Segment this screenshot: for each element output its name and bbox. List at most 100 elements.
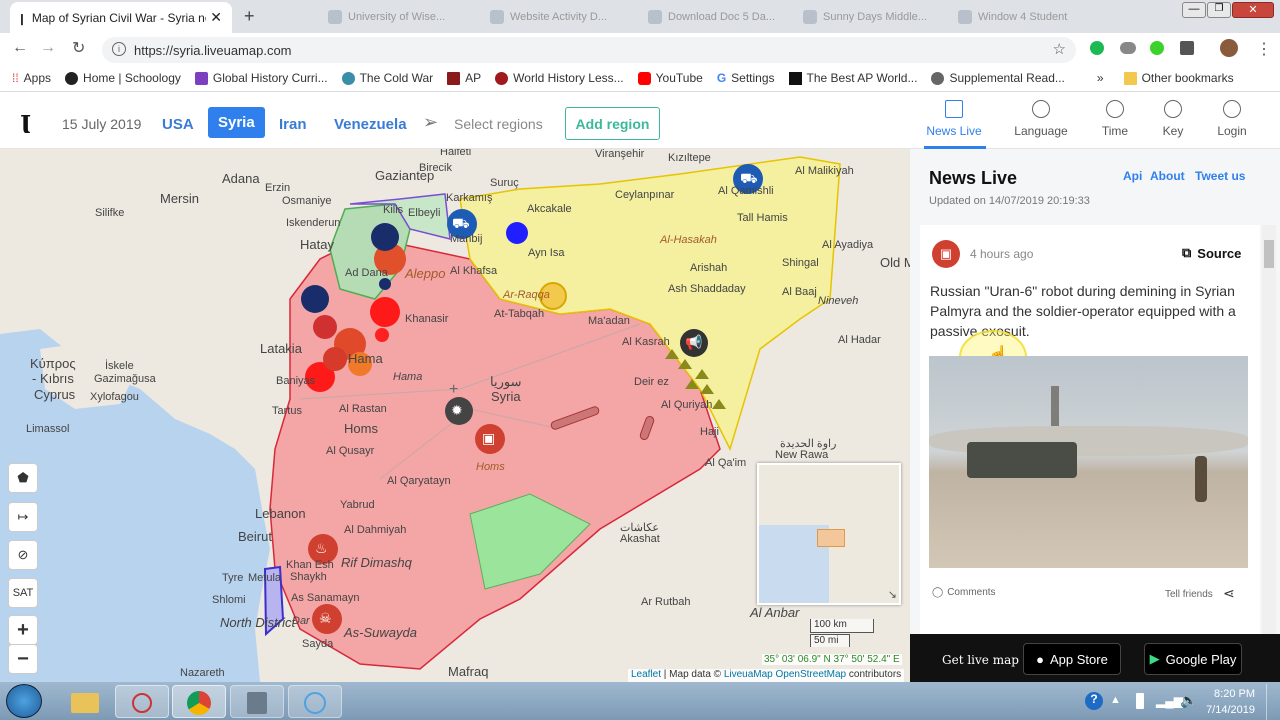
truck-icon[interactable]: ⛟: [740, 170, 758, 189]
map-canvas[interactable]: Halfeti Birecik Suruç Viranşehir Kızılte…: [0, 149, 910, 682]
volume-icon[interactable]: 🔈: [1180, 692, 1197, 709]
bookmark-world-history[interactable]: World History Less...: [488, 71, 630, 85]
map-label: Κύπρος: [30, 356, 76, 371]
battery-icon[interactable]: [1136, 693, 1144, 709]
chrome-taskbar-icon[interactable]: [172, 685, 226, 718]
liveuamap-link[interactable]: LiveuaMap: [724, 669, 773, 680]
back-icon[interactable]: ←: [12, 39, 28, 57]
google-play-button[interactable]: ▶ Google Play: [1144, 643, 1242, 675]
nav-key[interactable]: Key: [1143, 100, 1203, 138]
nav-time[interactable]: Time: [1085, 100, 1145, 138]
select-regions-button[interactable]: Select regions: [454, 116, 543, 132]
about-link[interactable]: About: [1150, 169, 1185, 183]
region-usa[interactable]: USA: [162, 116, 194, 133]
liveuamap-logo[interactable]: Ꙇ: [20, 110, 31, 139]
hide-control[interactable]: ⊘: [8, 540, 38, 570]
minimize-button[interactable]: —: [1182, 2, 1206, 18]
bookmark-supplemental[interactable]: Supplemental Read...: [924, 71, 1071, 85]
extension-icon[interactable]: [1090, 41, 1104, 55]
add-region-button[interactable]: Add region: [565, 107, 660, 140]
satellite-control[interactable]: SAT: [8, 578, 38, 608]
explorer-taskbar-icon[interactable]: [58, 685, 112, 718]
help-tray-icon[interactable]: ?: [1085, 692, 1103, 710]
region-iran[interactable]: Iran: [279, 116, 307, 133]
fire-icon[interactable]: ♨: [315, 540, 328, 557]
leaflet-link[interactable]: Leaflet: [631, 669, 661, 680]
tell-friends-link[interactable]: Tell friends: [1165, 589, 1213, 600]
minimap-toggle-icon[interactable]: ↘: [888, 588, 897, 601]
close-window-button[interactable]: ✕: [1232, 2, 1274, 18]
date-display[interactable]: 15 July 2019: [62, 116, 141, 132]
show-desktop-button[interactable]: [1266, 684, 1280, 720]
start-button[interactable]: [6, 684, 42, 718]
explosion-icon[interactable]: ✹: [451, 402, 463, 419]
tab-ghost-5[interactable]: Window 4 Student: [950, 6, 1075, 28]
tab-ghost-4[interactable]: Sunny Days Middle...: [795, 6, 935, 28]
profile-avatar[interactable]: [1220, 39, 1238, 57]
zoom-out-button[interactable]: −: [8, 644, 38, 674]
tab-ghost-3[interactable]: Download Doc 5 Da...: [640, 6, 783, 28]
nav-login[interactable]: Login: [1202, 100, 1262, 138]
truck-icon[interactable]: ⛟: [452, 215, 470, 234]
scrollbar-thumb[interactable]: [1264, 240, 1274, 268]
scale-km: 100 km: [810, 619, 874, 633]
recorder-taskbar-icon[interactable]: [288, 685, 342, 718]
minimap[interactable]: ↘: [757, 463, 901, 605]
facebook-extension-icon[interactable]: [1180, 41, 1194, 55]
api-link[interactable]: Api: [1123, 169, 1142, 183]
panel-scrollbar[interactable]: [1262, 225, 1276, 635]
osm-link[interactable]: OpenStreetMap: [776, 669, 847, 680]
record-icon: [304, 692, 326, 714]
maximize-button[interactable]: ❐: [1207, 2, 1231, 18]
tab-ghost-1[interactable]: University of Wise...: [320, 6, 453, 28]
nav-news-live[interactable]: News Live: [924, 100, 984, 138]
snipping-tool-taskbar-icon[interactable]: [115, 685, 169, 718]
info-icon[interactable]: i: [112, 42, 126, 56]
bookmarks-overflow-button[interactable]: »: [1090, 71, 1111, 85]
tab-syria-map[interactable]: ꞁ Map of Syrian Civil War - Syria ne ✕: [10, 2, 232, 33]
power-extension-icon[interactable]: [1150, 41, 1164, 55]
region-syria[interactable]: Syria: [208, 107, 265, 138]
signal-icon[interactable]: ▂▄▆: [1156, 694, 1183, 708]
bookmark-schoology[interactable]: Home | Schoology: [58, 71, 188, 85]
get-live-map-text: Get live map: [942, 653, 1019, 667]
tab-ghost-2[interactable]: Website Activity D...: [482, 6, 615, 28]
source-link[interactable]: ⧉ Source: [1182, 245, 1241, 261]
bookmark-youtube[interactable]: YouTube: [631, 71, 710, 85]
zoom-in-button[interactable]: +: [8, 615, 38, 645]
new-tab-button[interactable]: +: [244, 6, 255, 27]
forward-icon[interactable]: →: [40, 39, 56, 57]
skull-icon[interactable]: ☠: [319, 610, 332, 627]
pentagon-control[interactable]: ⬟: [8, 463, 38, 493]
tweet-us-link[interactable]: Tweet us: [1195, 169, 1245, 183]
bookmark-best-ap-world[interactable]: The Best AP World...: [782, 71, 925, 85]
minimap-viewport[interactable]: [817, 529, 845, 547]
address-bar[interactable]: i https://syria.liveuamap.com ☆: [102, 37, 1076, 63]
comments-link[interactable]: ◯ Comments: [932, 587, 996, 598]
bookmark-apps[interactable]: ⁞⁞ Apps: [0, 71, 58, 85]
files-taskbar-icon[interactable]: [230, 685, 284, 718]
bookmark-global-history[interactable]: Global History Curri...: [188, 71, 335, 85]
map-label: Suruç: [490, 177, 519, 189]
region-venezuela[interactable]: Venezuela: [334, 116, 407, 133]
bookmark-star-icon[interactable]: ☆: [1053, 40, 1066, 58]
menu-kebab-icon[interactable]: ⋮: [1256, 39, 1272, 59]
show-hidden-icons[interactable]: ▲: [1110, 694, 1121, 706]
bookmark-settings[interactable]: G Settings: [710, 71, 782, 85]
share-icon[interactable]: ⋖: [1223, 585, 1235, 602]
nav-language[interactable]: Language: [1011, 100, 1071, 138]
megaphone-icon[interactable]: 📢: [685, 334, 702, 351]
cloud-extension-icon[interactable]: [1120, 42, 1136, 54]
reload-icon[interactable]: ↻: [72, 38, 85, 58]
app-store-button[interactable]: ● App Store: [1023, 643, 1121, 675]
measure-control[interactable]: ↦: [8, 502, 38, 532]
bookmark-cold-war[interactable]: The Cold War: [335, 71, 441, 85]
document-icon: [247, 692, 267, 714]
clock-date[interactable]: 7/14/2019: [1200, 704, 1255, 716]
other-bookmarks[interactable]: Other bookmarks: [1117, 71, 1241, 85]
news-photo[interactable]: [929, 356, 1248, 568]
photo-icon[interactable]: ▣: [482, 430, 495, 447]
clock-time[interactable]: 8:20 PM: [1205, 688, 1255, 700]
bookmark-ap[interactable]: AP: [440, 71, 488, 85]
tab-close-icon[interactable]: ✕: [210, 9, 222, 26]
